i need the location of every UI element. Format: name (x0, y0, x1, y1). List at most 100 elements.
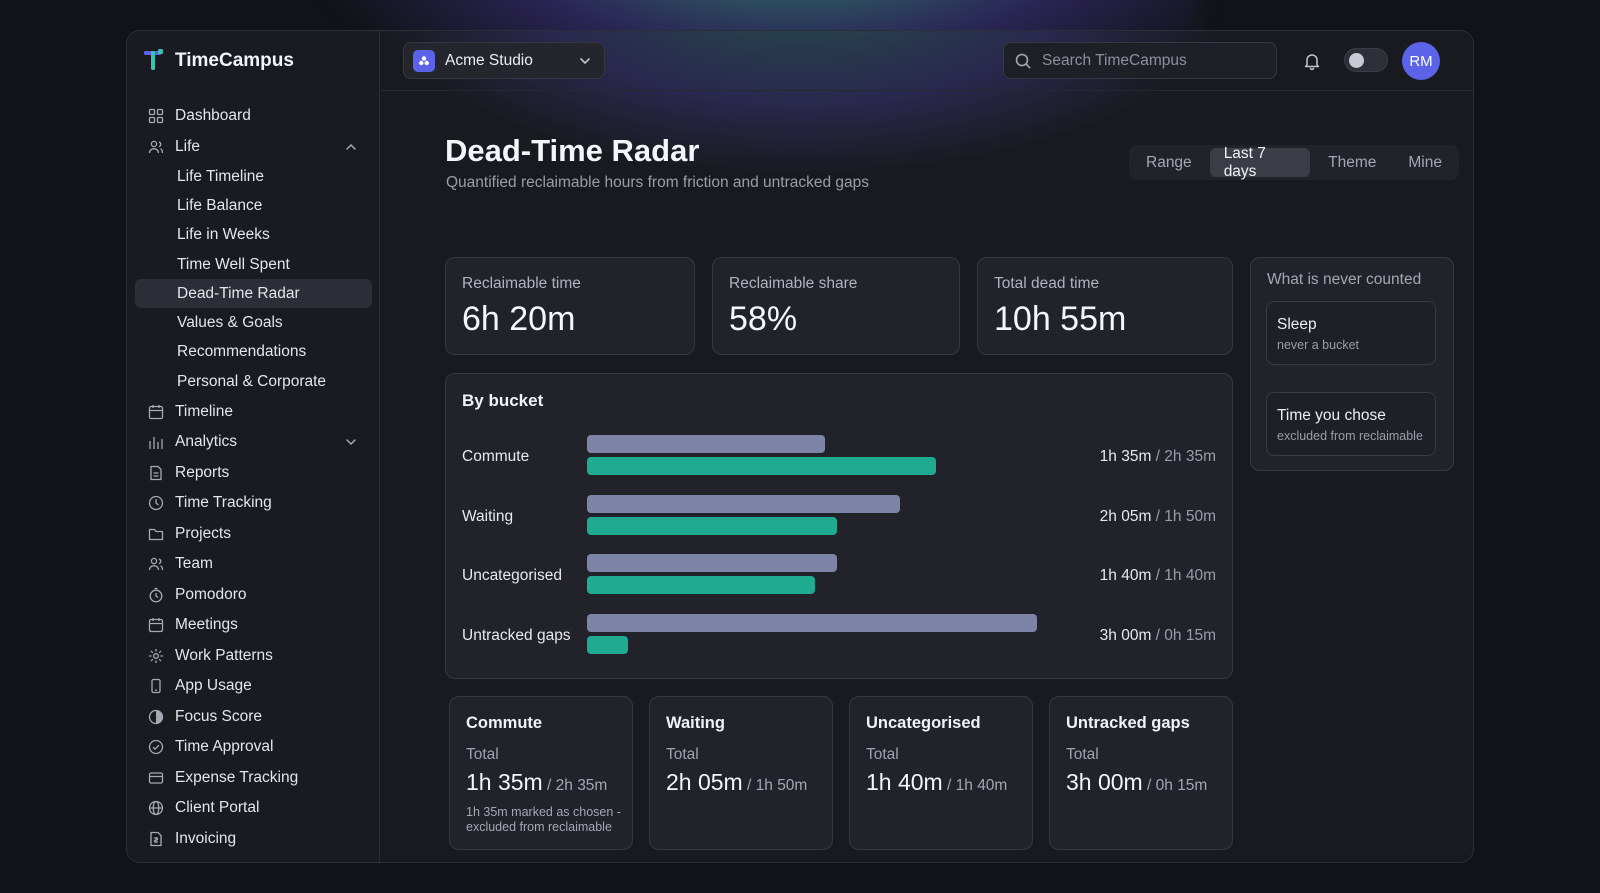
sidebar-item-invoicing[interactable]: Invoicing (135, 823, 372, 854)
bucket-card-label: Total (866, 746, 899, 763)
stat-card-reclaimable-time: Reclaimable time 6h 20m (445, 257, 695, 355)
by-bucket-title: By bucket (462, 391, 544, 410)
filter-range[interactable]: Range (1132, 148, 1206, 177)
bell-icon[interactable] (1301, 50, 1323, 72)
timer-icon (147, 586, 165, 604)
sidebar-item-label: Reports (175, 463, 230, 481)
sidebar-item-time-approval[interactable]: Time Approval (135, 732, 372, 763)
filter-mine[interactable]: Mine (1394, 148, 1456, 177)
sidebar-item-label: Projects (175, 524, 231, 542)
team-icon (147, 555, 165, 573)
sidebar-item-label: Client Portal (175, 799, 260, 817)
sidebar-item-meetings[interactable]: Meetings (135, 610, 372, 641)
clock-icon (147, 494, 165, 512)
brand[interactable]: TimeCampus (143, 49, 294, 73)
bar-total (587, 554, 837, 572)
sidebar-item-projects[interactable]: Projects (135, 518, 372, 549)
sidebar-item-label: Dead-Time Radar (177, 284, 300, 302)
page-subtitle: Quantified reclaimable hours from fricti… (446, 174, 870, 191)
bucket-reclaimable: 1h 50m (1164, 507, 1216, 525)
sidebar-item-dead-time-radar[interactable]: Dead-Time Radar (135, 279, 372, 309)
sidebar-item-label: Time Approval (175, 738, 274, 756)
card-icon (147, 769, 165, 787)
workspace-name: Acme Studio (445, 51, 533, 69)
sidebar-item-life[interactable]: Life (135, 132, 372, 163)
stat-value: 58% (729, 300, 798, 338)
search-icon (1015, 53, 1031, 68)
sidebar-item-label: Life (175, 137, 200, 155)
sidebar-item-label: Timeline (175, 402, 233, 420)
sidebar-item-label: Time Tracking (175, 494, 272, 512)
app-window: TimeCampus Dashboard Life Life Timeline Lif… (126, 30, 1474, 863)
chevron-down-icon[interactable] (344, 435, 358, 449)
never-counted-item-subtitle: never a bucket (1277, 338, 1359, 352)
sidebar-item-focus-score[interactable]: Focus Score (135, 701, 372, 732)
search-box[interactable] (1003, 42, 1277, 79)
bucket-card-waiting: Waiting Total 2h 05m / 1h 50m (649, 696, 833, 850)
sidebar-item-personal-and-corporate[interactable]: Personal & Corporate (135, 367, 372, 396)
sidebar-item-life-timeline[interactable]: Life Timeline (135, 162, 372, 191)
user-icon (147, 138, 165, 156)
main-content: Dead-Time Radar Quantified reclaimable h… (381, 91, 1473, 862)
sidebar-item-label: Personal & Corporate (177, 372, 327, 390)
sidebar-item-label: Recommendations (177, 343, 307, 361)
calendar-icon (147, 616, 165, 634)
sidebar-item-reports[interactable]: Reports (135, 457, 372, 488)
bucket-value: 1h 40m / 1h 40m (1100, 567, 1216, 585)
bucket-total: 2h 05m (1099, 507, 1152, 525)
sidebar-item-life-balance[interactable]: Life Balance (135, 191, 372, 220)
sidebar-item-work-patterns[interactable]: Work Patterns (135, 640, 372, 671)
stat-value: 10h 55m (994, 300, 1127, 338)
bucket-card-total: 1h 40m (866, 769, 943, 795)
sidebar-item-recommendations[interactable]: Recommendations (135, 338, 372, 367)
sidebar-nav: Dashboard Life Life Timeline Life Balance Li… (135, 101, 372, 854)
bucket-row: Uncategorised 1h 40m / 1h 40m (446, 554, 1232, 604)
app-name: TimeCampus (175, 50, 294, 71)
search-input[interactable] (1042, 51, 1262, 70)
bucket-card-label: Total (1066, 746, 1099, 763)
sidebar-item-timeline[interactable]: Timeline (135, 396, 372, 427)
dashboard-icon (147, 107, 165, 125)
sidebar-item-label: Analytics (175, 433, 238, 451)
sidebar-item-label: Life in Weeks (177, 226, 270, 244)
sidebar-item-label: Time Well Spent (177, 255, 290, 273)
sidebar-item-team[interactable]: Team (135, 549, 372, 580)
analytics-icon (147, 433, 165, 451)
separator: / (742, 777, 756, 794)
sidebar-item-analytics[interactable]: Analytics (135, 427, 372, 458)
sidebar-item-time-tracking[interactable]: Time Tracking (135, 488, 372, 519)
page-title: Dead-Time Radar (445, 133, 700, 168)
avatar[interactable]: RM (1402, 42, 1440, 80)
workspace-switcher[interactable]: Acme Studio (403, 42, 605, 79)
bucket-card-reclaimable: 1h 40m (955, 777, 1008, 794)
sidebar-item-app-usage[interactable]: App Usage (135, 671, 372, 702)
bucket-row: Waiting 2h 05m / 1h 50m (446, 494, 1232, 545)
bucket-reclaimable: 1h 40m (1164, 567, 1216, 584)
sidebar-item-label: Dashboard (175, 107, 251, 125)
chevron-up-icon[interactable] (344, 140, 358, 154)
sidebar-item-label: Life Timeline (177, 167, 265, 185)
sidebar-item-time-well-spent[interactable]: Time Well Spent (135, 250, 372, 279)
never-counted-title: What is never counted (1267, 271, 1422, 288)
sidebar-item-label: Work Patterns (175, 646, 273, 664)
never-counted-item-title: Sleep (1277, 316, 1317, 333)
calendar-icon (147, 403, 165, 421)
sidebar-item-life-in-weeks[interactable]: Life in Weeks (135, 221, 372, 250)
sidebar-item-values-and-goals[interactable]: Values & Goals (135, 308, 372, 337)
bucket-card-reclaimable: 1h 50m (755, 777, 808, 794)
filter-last-7-days[interactable]: Last 7 days (1209, 145, 1311, 180)
sidebar-item-dashboard[interactable]: Dashboard (135, 101, 372, 132)
bucket-total: 1h 40m (1099, 567, 1152, 584)
bucket-card-total: 1h 35m (466, 769, 543, 795)
stat-label: Total dead time (994, 275, 1100, 292)
bucket-value: 1h 35m / 2h 35m (1100, 448, 1216, 466)
sidebar-item-client-portal[interactable]: Client Portal (135, 793, 372, 824)
theme-toggle[interactable] (1344, 48, 1388, 72)
never-counted-item-title: Time you chose (1277, 407, 1386, 424)
bucket-name: Untracked gaps (462, 626, 571, 644)
filter-theme[interactable]: Theme (1314, 148, 1390, 177)
bucket-card-title: Commute (466, 714, 543, 732)
sidebar-item-expense-tracking[interactable]: Expense Tracking (135, 762, 372, 793)
sidebar-item-pomodoro[interactable]: Pomodoro (135, 579, 372, 610)
bar-total (587, 613, 1037, 632)
